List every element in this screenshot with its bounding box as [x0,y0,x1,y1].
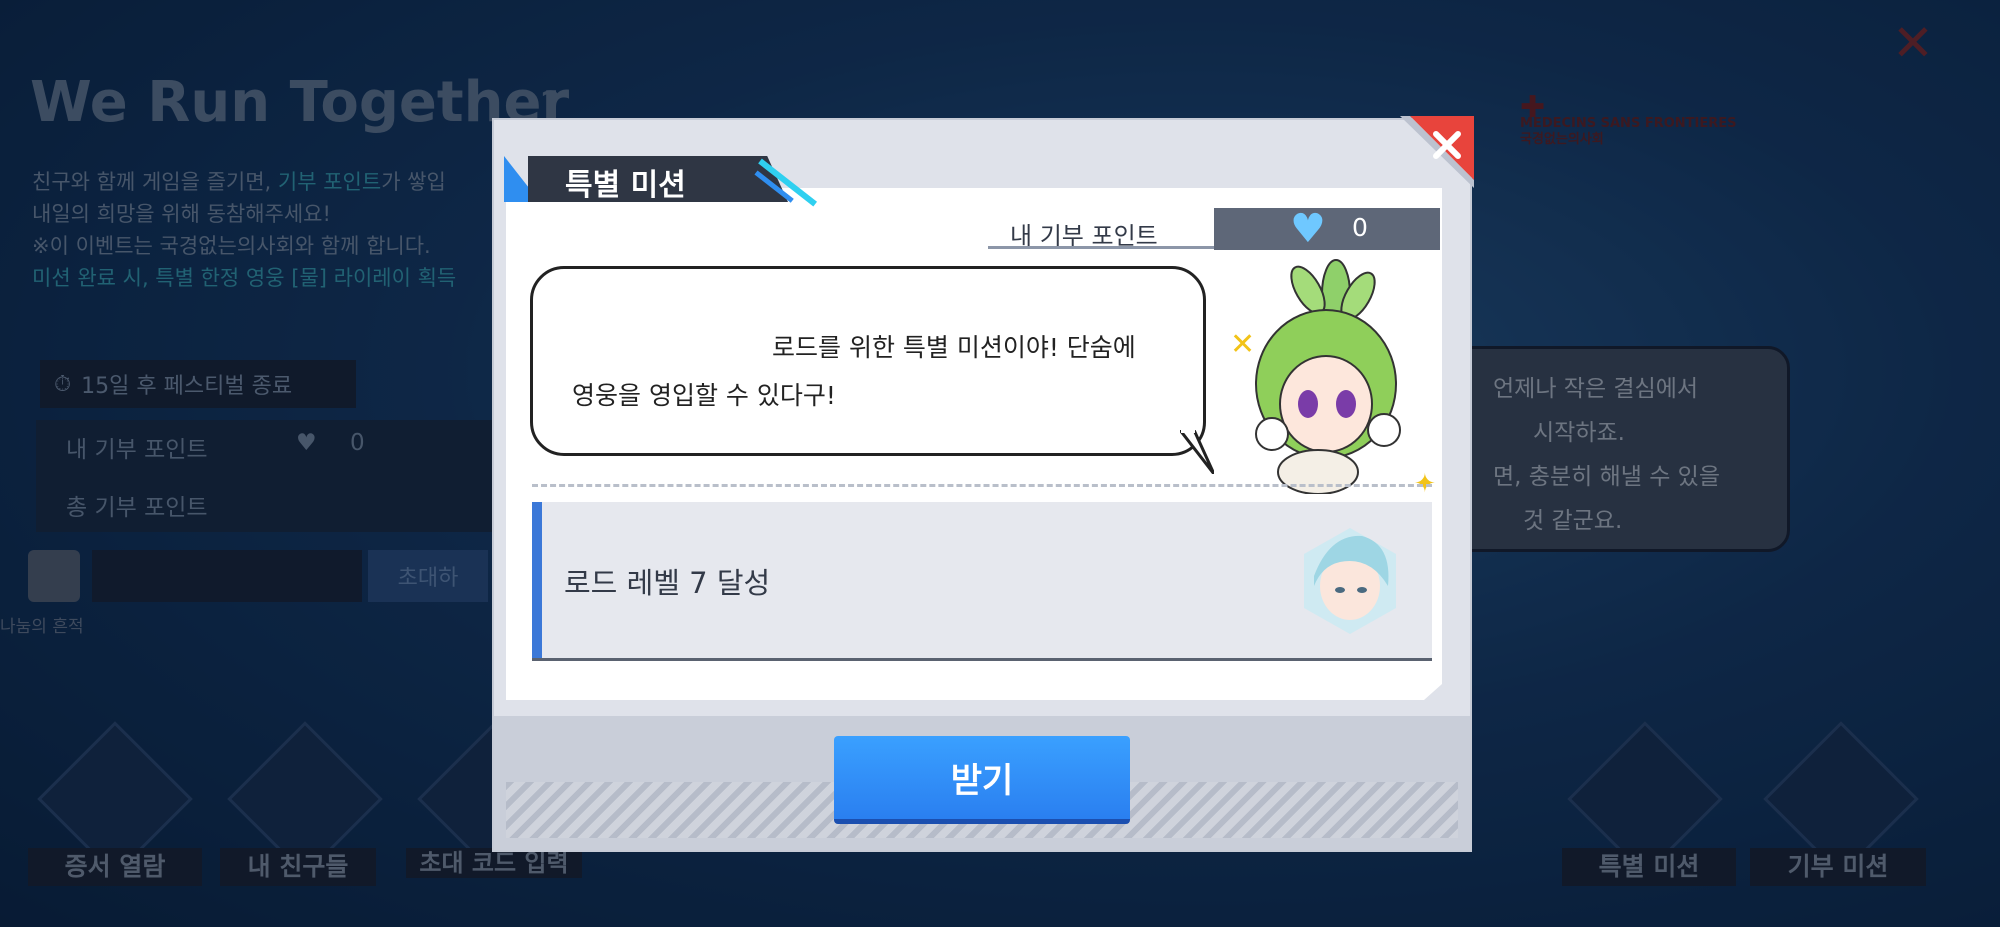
dialog-title: 특별 미션 [565,168,686,203]
dialog-points-value: 0 [1352,213,1368,242]
receive-button[interactable]: 받기 [834,736,1130,824]
dialog-close-icon[interactable] [1400,116,1474,188]
mission-underline [532,658,1432,661]
hero-avatar [1304,528,1396,634]
dialog-points-box [1214,208,1440,250]
speech-text: 로드를 위한 특별 미션이야! 단숨에 영웅을 영입할 수 있다구! [572,333,1136,410]
svg-text:✕: ✕ [1230,327,1255,362]
mascot-character: ✕ ✦ [1230,259,1436,494]
points-underline [988,246,1218,249]
svg-text:✦: ✦ [1414,469,1436,494]
mission-text: 로드 레벨 7 달성 [564,566,771,600]
heart-gem-icon: ♥ [1290,206,1326,252]
section-divider [532,484,1432,487]
mission-accent [532,502,542,660]
